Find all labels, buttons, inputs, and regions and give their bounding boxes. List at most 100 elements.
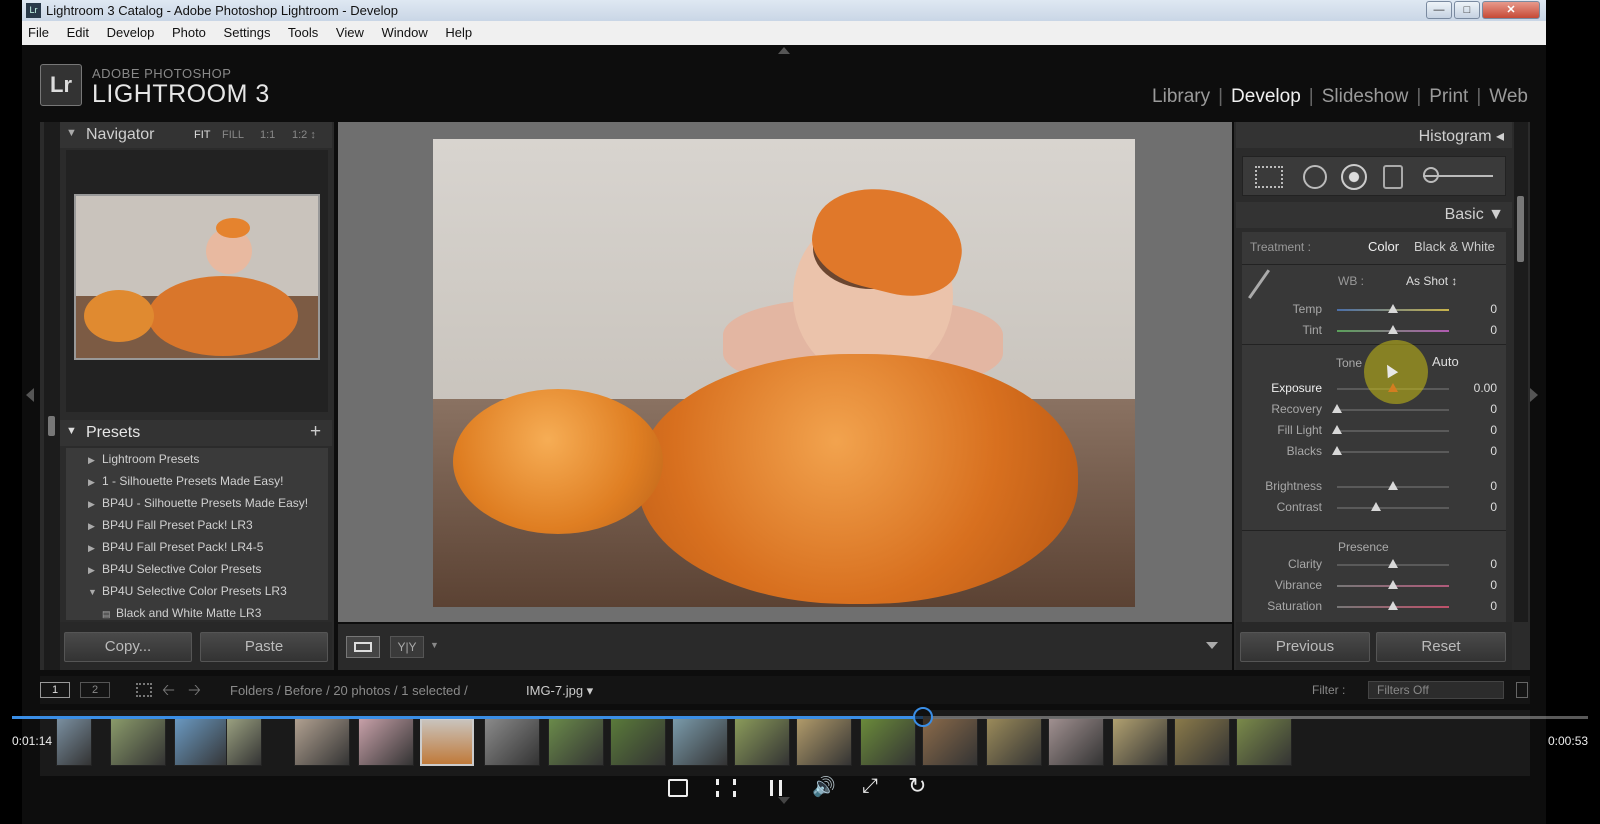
filmstrip-thumbnail[interactable] [110, 718, 166, 766]
slider-value[interactable]: 0 [1467, 323, 1497, 337]
menu-edit[interactable]: Edit [67, 25, 89, 40]
main-window-button[interactable]: 1 [40, 682, 70, 698]
slider-track[interactable] [1337, 430, 1449, 432]
slider-handle[interactable] [1371, 502, 1382, 511]
filmstrip-thumbnail[interactable] [226, 718, 262, 766]
slider-blacks[interactable]: Blacks 0 [1242, 441, 1506, 461]
slider-handle[interactable] [1388, 559, 1398, 568]
back-arrow-icon[interactable]: 🡠 [162, 679, 175, 706]
slider-track[interactable] [1337, 409, 1449, 411]
slider-handle[interactable] [1388, 304, 1398, 313]
main-photo[interactable] [433, 139, 1135, 607]
collapse-filmstrip-icon[interactable] [778, 797, 790, 804]
slider-value[interactable]: 0 [1467, 500, 1497, 514]
preset-folder[interactable]: ▶ BP4U - Silhouette Presets Made Easy! [66, 492, 328, 514]
slider-value[interactable]: 0 [1467, 479, 1497, 493]
preset-folder[interactable]: ▶ BP4U Fall Preset Pack! LR3 [66, 514, 328, 536]
source-breadcrumb[interactable]: Folders / Before / 20 photos / 1 selecte… [230, 683, 468, 698]
preset-folder[interactable]: ▶ BP4U Selective Color Presets [66, 558, 328, 580]
navigator-preview-image[interactable] [74, 194, 320, 360]
slider-value[interactable]: 0 [1467, 444, 1497, 458]
right-panel-scrollbar[interactable] [1514, 122, 1528, 622]
previous-button[interactable]: Previous [1240, 632, 1370, 662]
filter-dropdown[interactable]: Filters Off [1368, 681, 1504, 699]
module-web[interactable]: Web [1489, 86, 1528, 107]
menu-window[interactable]: Window [381, 25, 427, 40]
preset-folder-expanded[interactable]: ▼ BP4U Selective Color Presets LR3 [66, 580, 328, 602]
menu-help[interactable]: Help [445, 25, 472, 40]
slider-value[interactable]: 0 [1467, 302, 1497, 316]
filmstrip-thumbnail[interactable] [1112, 718, 1168, 766]
grid-view-icon[interactable] [136, 683, 152, 697]
crop-tool-icon[interactable] [1255, 166, 1283, 188]
slider-fill-light[interactable]: Fill Light 0 [1242, 420, 1506, 440]
toolbar-menu-icon[interactable] [1206, 642, 1218, 649]
basic-header[interactable]: Basic ▼ [1236, 202, 1512, 228]
zoom-fit[interactable]: FIT [194, 129, 211, 141]
expand-right-panel-icon[interactable] [1530, 388, 1538, 402]
crop-video-icon[interactable] [716, 779, 736, 797]
slider-clarity[interactable]: Clarity 0 [1242, 554, 1506, 574]
selected-filename[interactable]: IMG-7.jpg ▾ [526, 683, 593, 699]
slider-tint[interactable]: Tint 0 [1242, 320, 1506, 340]
filmstrip-thumbnail[interactable] [548, 718, 604, 766]
slider-track[interactable] [1337, 507, 1449, 509]
filmstrip-thumbnail[interactable] [986, 718, 1042, 766]
menu-file[interactable]: File [28, 25, 49, 40]
slider-value[interactable]: 0.00 [1467, 381, 1497, 395]
auto-tone-button[interactable]: Auto [1432, 354, 1459, 369]
filter-lock-icon[interactable] [1516, 682, 1528, 698]
filmstrip-thumbnail[interactable] [734, 718, 790, 766]
graduated-filter-icon[interactable] [1383, 165, 1403, 189]
filmstrip-thumbnail[interactable] [860, 718, 916, 766]
menu-photo[interactable]: Photo [172, 25, 206, 40]
slider-saturation[interactable]: Saturation 0 [1242, 596, 1506, 616]
zoom-ratio[interactable]: 1:2 ↕ [292, 129, 316, 141]
close-icon[interactable]: ✕ [1482, 1, 1540, 19]
menu-tools[interactable]: Tools [288, 25, 318, 40]
paste-button[interactable]: Paste [200, 632, 328, 662]
slider-handle[interactable] [1388, 481, 1398, 490]
slider-contrast[interactable]: Contrast 0 [1242, 497, 1506, 517]
filmstrip-thumbnail[interactable] [420, 718, 474, 766]
filmstrip-thumbnail[interactable] [484, 718, 540, 766]
before-after-dropdown-icon[interactable]: ▼ [430, 640, 439, 650]
collapse-top-panel-icon[interactable] [778, 47, 790, 54]
module-print[interactable]: Print [1429, 86, 1468, 107]
pause-icon[interactable] [770, 780, 782, 796]
loupe-view-icon[interactable] [346, 636, 380, 658]
left-panel-scrollbar[interactable] [44, 122, 60, 670]
zoom-1-1[interactable]: 1:1 [260, 129, 275, 141]
video-progress-track[interactable] [12, 707, 1588, 727]
filmstrip-thumbnail[interactable] [294, 718, 350, 766]
red-eye-icon[interactable] [1341, 164, 1367, 190]
slider-handle[interactable] [1388, 325, 1398, 334]
histogram-header[interactable]: Histogram ◂ [1236, 122, 1512, 148]
slider-handle[interactable] [1332, 425, 1342, 434]
slider-handle[interactable] [1388, 580, 1398, 589]
menu-view[interactable]: View [336, 25, 364, 40]
filmstrip-thumbnail[interactable] [922, 718, 978, 766]
filmstrip-thumbnail[interactable] [672, 718, 728, 766]
slider-value[interactable]: 0 [1467, 578, 1497, 592]
filmstrip-thumbnail[interactable] [796, 718, 852, 766]
slider-value[interactable]: 0 [1467, 599, 1497, 613]
cast-icon[interactable] [668, 779, 688, 797]
fullscreen-icon[interactable]: ⤢ [862, 775, 878, 798]
forward-arrow-icon[interactable]: 🡢 [188, 679, 201, 706]
spot-removal-icon[interactable] [1303, 165, 1327, 189]
before-after-icon[interactable]: Y|Y [390, 636, 424, 658]
second-window-button[interactable]: 2 [80, 682, 110, 698]
filmstrip-thumbnail[interactable] [56, 718, 92, 766]
slider-brightness[interactable]: Brightness 0 [1242, 476, 1506, 496]
reset-button[interactable]: Reset [1376, 632, 1506, 662]
slider-value[interactable]: 0 [1467, 402, 1497, 416]
volume-icon[interactable]: 🔊 [812, 775, 836, 799]
preset-folder[interactable]: ▶ 1 - Silhouette Presets Made Easy! [66, 470, 328, 492]
preset-folder[interactable]: ▶ BP4U Fall Preset Pack! LR4-5 [66, 536, 328, 558]
slider-recovery[interactable]: Recovery 0 [1242, 399, 1506, 419]
slider-handle[interactable] [1332, 446, 1342, 455]
presets-header[interactable]: ▼ Presets + [60, 420, 332, 446]
slider-handle[interactable] [1388, 601, 1398, 610]
module-develop[interactable]: Develop [1231, 86, 1301, 107]
